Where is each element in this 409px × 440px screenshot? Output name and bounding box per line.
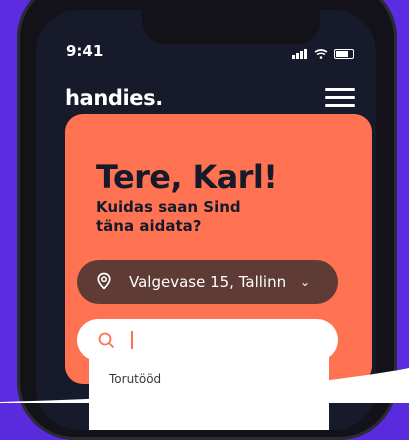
wifi-icon xyxy=(314,48,328,59)
phone-notch xyxy=(142,10,320,44)
chevron-down-icon: ⌄ xyxy=(299,275,310,289)
welcome-card: Tere, Karl! Kuidas saan Sind täna aidata… xyxy=(65,114,372,384)
signal-icon xyxy=(292,44,308,63)
status-time: 9:41 xyxy=(66,42,104,60)
app-screen: 9:41 handies. Tere, Karl! Kuidas saan Si… xyxy=(36,10,376,430)
location-text: Valgevase 15, Tallinn xyxy=(129,273,287,291)
suggestions-dropdown: Torutööd xyxy=(89,354,329,430)
suggestion-item[interactable]: Torutööd xyxy=(109,372,161,386)
text-caret xyxy=(131,331,133,349)
search-icon xyxy=(98,332,114,348)
greeting-subtitle: Kuidas saan Sind täna aidata? xyxy=(96,198,241,235)
location-selector[interactable]: Valgevase 15, Tallinn ⌄ xyxy=(77,260,338,304)
app-logo: handies. xyxy=(65,86,163,110)
location-pin-icon xyxy=(97,272,111,290)
greeting-title: Tere, Karl! xyxy=(96,158,278,196)
menu-icon[interactable] xyxy=(325,88,355,108)
status-icons xyxy=(292,44,354,63)
battery-icon xyxy=(334,48,354,59)
